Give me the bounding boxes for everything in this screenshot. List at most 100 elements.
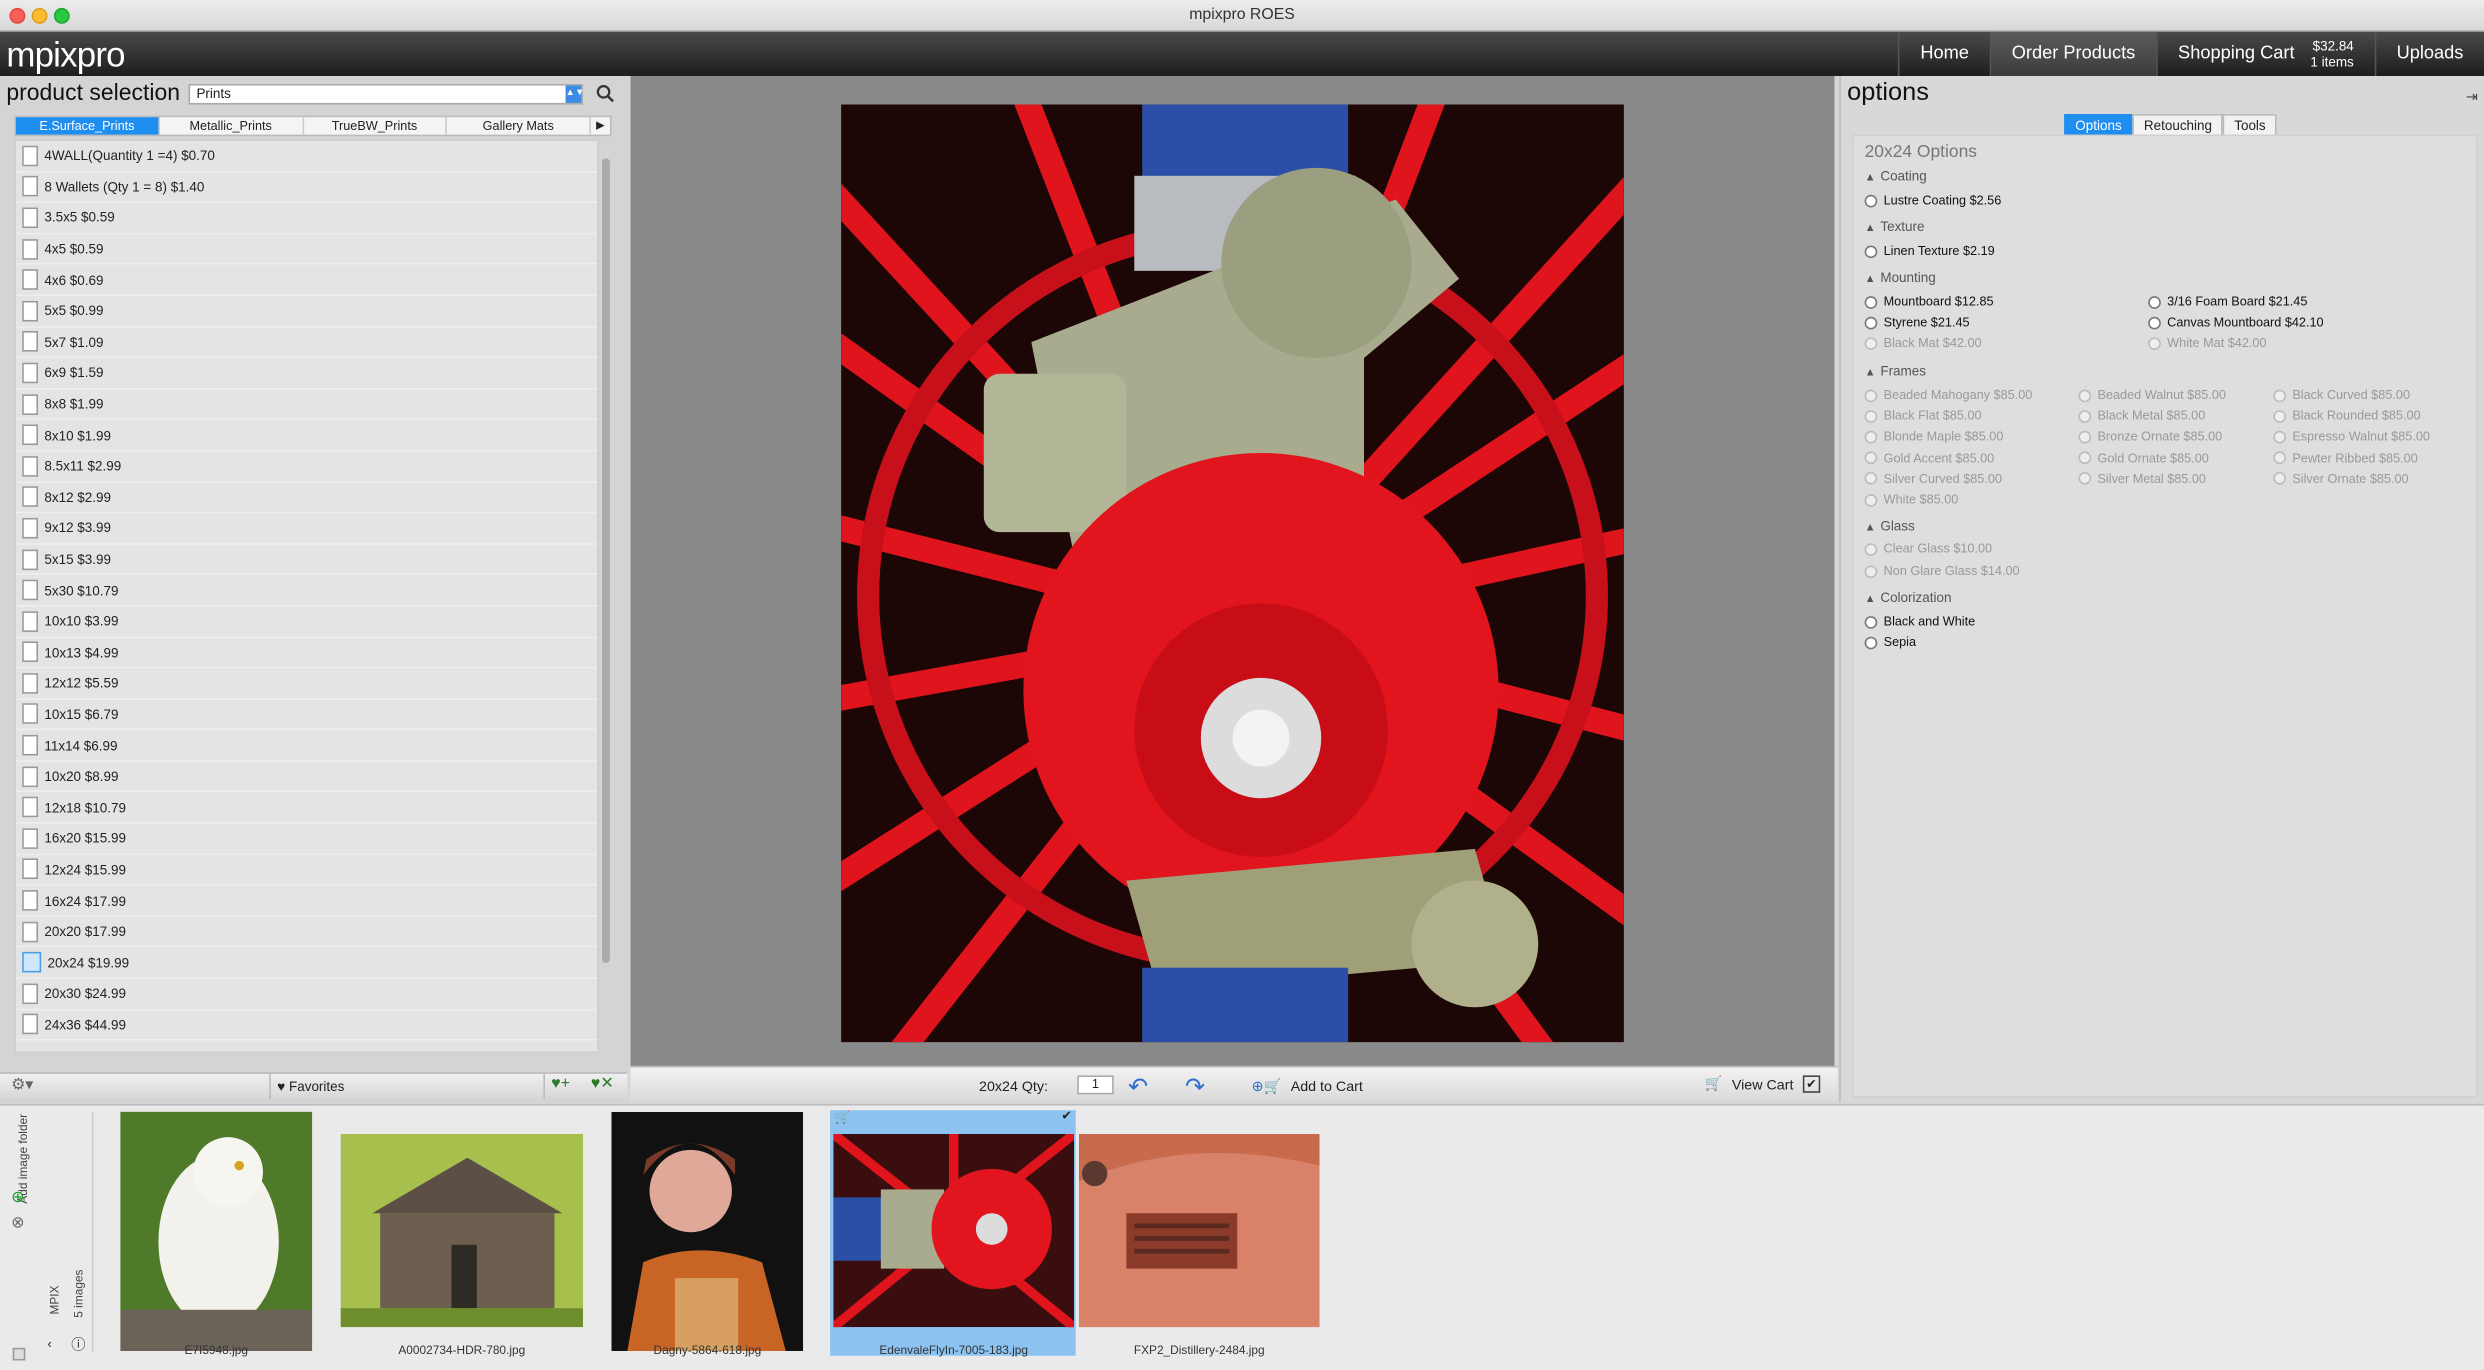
product-list-item[interactable]: 8x12 $2.99 bbox=[15, 482, 598, 514]
options-section-colorization[interactable]: ▲ Colorization bbox=[1865, 589, 1952, 605]
radio-button-icon[interactable] bbox=[1864, 244, 1878, 258]
option-radio[interactable]: Black and White bbox=[1864, 614, 1976, 629]
option-radio[interactable]: Mountboard $12.85 bbox=[1864, 295, 1994, 309]
product-list-item-label: 12x18 $10.79 bbox=[44, 799, 126, 816]
product-list-item[interactable]: 12x12 $5.59 bbox=[15, 669, 598, 700]
tab-tools[interactable]: Tools bbox=[2223, 114, 2277, 137]
product-list-item[interactable]: 16x20 $15.99 bbox=[15, 824, 598, 855]
rotate-right-icon[interactable]: ↷ bbox=[1185, 1072, 1205, 1101]
options-section-coating[interactable]: ▲ Coating bbox=[1865, 168, 1927, 184]
film-thumb-engine[interactable] bbox=[833, 1134, 1075, 1328]
product-list-item[interactable]: 4WALL(Quantity 1 =4) $0.70 bbox=[15, 141, 598, 172]
product-list-item[interactable]: 8 Wallets (Qty 1 = 8) $1.40 bbox=[15, 172, 598, 204]
gear-icon[interactable]: ⚙▾ bbox=[11, 1077, 33, 1094]
search-icon[interactable] bbox=[596, 84, 615, 103]
remove-favorite-icon[interactable]: ♥✕ bbox=[591, 1075, 614, 1092]
option-radio[interactable]: Lustre Coating $2.56 bbox=[1864, 193, 2001, 207]
settings-box-icon[interactable] bbox=[12, 1347, 26, 1361]
product-list-item[interactable]: 3.5x5 $0.59 bbox=[15, 203, 598, 235]
rotate-left-icon[interactable]: ↶ bbox=[1128, 1072, 1148, 1101]
product-list-item[interactable]: 8x10 $1.99 bbox=[15, 420, 598, 452]
radio-button-icon[interactable] bbox=[1864, 295, 1878, 309]
tab-retouching[interactable]: Retouching bbox=[2132, 114, 2224, 137]
product-list-item[interactable]: 8.5x11 $2.99 bbox=[15, 451, 598, 483]
options-section-texture[interactable]: ▲ Texture bbox=[1865, 219, 1925, 235]
option-label: Bronze Ornate $85.00 bbox=[2097, 429, 2223, 445]
product-list-item[interactable]: 20x24 $19.99 bbox=[15, 948, 598, 979]
product-list-item[interactable]: 5x15 $3.99 bbox=[15, 544, 598, 576]
product-list-item[interactable]: 5x7 $1.09 bbox=[15, 327, 598, 359]
product-thumbnail-icon bbox=[22, 176, 39, 198]
remove-folder-icon[interactable]: ⊗ bbox=[11, 1215, 24, 1232]
add-folder-icon[interactable]: ⊕ bbox=[11, 1189, 24, 1206]
product-list-item[interactable]: 4x6 $0.69 bbox=[15, 265, 598, 297]
radio-button-icon[interactable] bbox=[2148, 295, 2161, 309]
tab-e-surface-prints[interactable]: E.Surface_Prints bbox=[15, 117, 160, 135]
option-label: Silver Metal $85.00 bbox=[2097, 471, 2206, 486]
options-section-glass[interactable]: ▲ Glass bbox=[1865, 518, 1915, 534]
product-list-item[interactable]: 12x18 $10.79 bbox=[15, 793, 598, 824]
product-list-item[interactable]: 10x13 $4.99 bbox=[15, 637, 598, 669]
option-radio[interactable]: Styrene $21.45 bbox=[1864, 315, 1970, 329]
option-radio[interactable]: 3/16 Foam Board $21.45 bbox=[2148, 295, 2307, 309]
favorites-button[interactable]: ♥ Favorites bbox=[269, 1073, 545, 1100]
view-cart-button[interactable]: 🛒 View Cart ✔ bbox=[1705, 1075, 1820, 1093]
option-label: Black and White bbox=[1883, 614, 1976, 629]
product-list-item[interactable]: 5x30 $10.79 bbox=[15, 575, 598, 607]
tab-options[interactable]: Options bbox=[2064, 114, 2133, 137]
product-list-item-label: 6x9 $1.59 bbox=[44, 364, 104, 381]
nav-uploads[interactable]: Uploads bbox=[2374, 31, 2484, 77]
checkmark-icon[interactable]: ✔ bbox=[1802, 1075, 1820, 1093]
nav-shopping-cart[interactable]: Shopping Cart $32.84 1 items bbox=[2155, 31, 2375, 77]
product-list-item[interactable]: 10x10 $3.99 bbox=[15, 606, 598, 638]
tab-gallery-mats[interactable]: Gallery Mats bbox=[447, 117, 591, 135]
product-list-item[interactable]: 10x20 $8.99 bbox=[15, 762, 598, 793]
radio-button-icon[interactable] bbox=[1864, 315, 1878, 329]
heart-icon: ♥ bbox=[277, 1078, 286, 1095]
product-list-scrollbar[interactable] bbox=[601, 158, 610, 963]
product-list-item[interactable]: 20x30 $24.99 bbox=[15, 979, 598, 1010]
film-thumb-portrait[interactable] bbox=[611, 1111, 804, 1351]
tab-metallic-prints[interactable]: Metallic_Prints bbox=[160, 117, 304, 135]
option-radio[interactable]: Canvas Mountboard $42.10 bbox=[2148, 315, 2324, 329]
quantity-input[interactable]: 1 bbox=[1077, 1075, 1114, 1095]
tabs-more-arrow-icon[interactable]: ▶ bbox=[591, 117, 610, 134]
option-radio[interactable]: Sepia bbox=[1864, 635, 1916, 649]
product-list-item[interactable]: 6x9 $1.59 bbox=[15, 358, 598, 390]
product-list-item[interactable]: 11x14 $6.99 bbox=[15, 731, 598, 762]
film-thumb-owl[interactable] bbox=[120, 1111, 313, 1351]
product-list-item[interactable]: 9x12 $3.99 bbox=[15, 513, 598, 545]
film-thumb-cabin[interactable] bbox=[340, 1134, 583, 1328]
radio-button-icon[interactable] bbox=[1864, 635, 1878, 649]
product-list-item[interactable]: 16x24 $17.99 bbox=[15, 886, 598, 917]
radio-button-icon[interactable] bbox=[1864, 615, 1878, 628]
add-favorite-icon[interactable]: ♥+ bbox=[551, 1075, 570, 1092]
options-section-mounting[interactable]: ▲ Mounting bbox=[1865, 269, 1936, 285]
product-list-item[interactable]: 4x5 $0.59 bbox=[15, 234, 598, 266]
chevron-left-icon[interactable]: ‹ bbox=[48, 1337, 52, 1351]
option-radio: Espresso Walnut $85.00 bbox=[2273, 430, 2430, 444]
film-thumb-truck[interactable] bbox=[1078, 1134, 1320, 1328]
product-list-item[interactable]: 8x8 $1.99 bbox=[15, 389, 598, 421]
add-to-cart-button[interactable]: ⊕🛒 Add to Cart bbox=[1245, 1075, 1369, 1097]
collapse-panel-icon[interactable]: ⇥ bbox=[2466, 89, 2478, 106]
product-list-item[interactable]: 20x20 $17.99 bbox=[15, 917, 598, 948]
product-list-item[interactable]: 24x36 $44.99 bbox=[15, 1010, 598, 1041]
radio-button-icon[interactable] bbox=[1864, 194, 1878, 207]
product-thumbnail-icon bbox=[22, 672, 39, 694]
option-radio: Clear Glass $10.00 bbox=[1864, 542, 1992, 556]
product-list-item[interactable]: 10x15 $6.79 bbox=[15, 700, 598, 731]
options-section-frames[interactable]: ▲ Frames bbox=[1865, 363, 1926, 379]
options-section-label: Coating bbox=[1880, 167, 1927, 184]
product-list-item-label: 20x30 $24.99 bbox=[44, 985, 126, 1002]
nav-order-products[interactable]: Order Products bbox=[1989, 31, 2156, 77]
product-list-item[interactable]: 5x5 $0.99 bbox=[15, 296, 598, 328]
option-label: Black Rounded $85.00 bbox=[2292, 408, 2421, 424]
nav-home[interactable]: Home bbox=[1898, 31, 1989, 77]
category-select[interactable]: Prints ▲▼ bbox=[188, 83, 584, 105]
radio-button-icon[interactable] bbox=[2148, 315, 2161, 329]
product-list-item[interactable]: 12x24 $15.99 bbox=[15, 855, 598, 886]
option-radio[interactable]: Linen Texture $2.19 bbox=[1864, 244, 1995, 258]
tab-truebw-prints[interactable]: TrueBW_Prints bbox=[303, 117, 448, 135]
info-icon[interactable]: ⓘ bbox=[71, 1334, 85, 1355]
